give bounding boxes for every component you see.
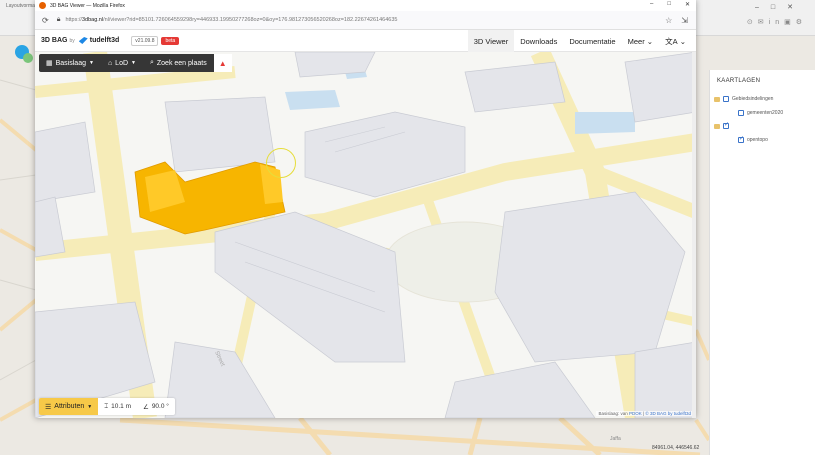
- layers-panel: KAARTLAGEN Gebiedsindelingen gemeenten20…: [709, 70, 815, 455]
- angle-readout: ∠ 90.0 °: [142, 403, 169, 411]
- pdok-link[interactable]: PDOK: [629, 411, 642, 416]
- home-icon: ⌂: [107, 59, 113, 67]
- close-button[interactable]: ✕: [685, 1, 690, 8]
- main-menu: 3D Viewer Downloads Documentatie Meer ⌄ …: [467, 30, 692, 52]
- tudelft3d-logo[interactable]: tudelft3d: [78, 37, 119, 44]
- bottom-toolbar: ☰ Attributen ▼ ⌶ 10.1 m ∠ 90.0 °: [39, 398, 175, 415]
- height-icon: ⌶: [104, 402, 109, 410]
- layer-label: Gebiedsindelingen: [732, 96, 774, 102]
- cursor-highlight: [266, 148, 296, 178]
- 3dbag-link[interactable]: © 3D BAG by tudelft3d: [645, 411, 691, 416]
- app-logo[interactable]: 3D BAG: [41, 37, 67, 44]
- height-readout: ⌶ 10.1 m: [104, 402, 131, 411]
- coordinate-readout: 84961.04, 446546.62: [652, 445, 700, 451]
- scrollbar[interactable]: [692, 52, 696, 418]
- url-bar[interactable]: ⟳ 🔒︎ https://3dbag.nl/nl/viewer?rid=8510…: [35, 11, 696, 30]
- window-titlebar: 3D BAG Viewer — Mozilla Firefox – □ ✕: [35, 0, 696, 11]
- checkbox-checked[interactable]: [723, 123, 729, 129]
- caret-down-icon: ▼: [131, 60, 136, 66]
- layer-opentopo[interactable]: opentopo: [738, 137, 768, 143]
- search-place-button[interactable]: ⌕ Zoek een plaats: [143, 54, 214, 72]
- checkbox[interactable]: [738, 110, 744, 116]
- version-badge: v21.09.8: [131, 35, 159, 46]
- layer-label: opentopo: [747, 137, 768, 143]
- attribution: Basislaag: van PDOK | © 3D BAG by tudelf…: [596, 411, 693, 416]
- menu-documentatie[interactable]: Documentatie: [563, 30, 621, 52]
- map-toolbar: ▦ Basislaag ▼ ⌂ LoD ▼ ⌕ Zoek een plaats ▲: [39, 54, 232, 72]
- language-button[interactable]: 文A ⌄: [659, 30, 692, 52]
- chevron-down-icon: ⌄: [646, 36, 654, 46]
- reload-icon[interactable]: ⟳: [42, 16, 49, 25]
- 3d-city-scene[interactable]: Street: [35, 52, 696, 418]
- bird-icon: [78, 37, 88, 44]
- minimize-button[interactable]: –: [650, 1, 653, 8]
- background-window-buttons: –□✕: [755, 4, 805, 11]
- lock-icon[interactable]: 🔒︎: [57, 16, 61, 24]
- list-icon: ☰: [45, 403, 52, 411]
- folder-icon: [714, 96, 720, 102]
- app-header: 3D BAG by tudelft3d v21.09.8 beta 3D Vie…: [35, 30, 696, 52]
- logo-by: by: [69, 37, 75, 44]
- checkbox-checked[interactable]: [738, 137, 744, 143]
- url-text[interactable]: https://3dbag.nl/nl/viewer?rid=85101.726…: [65, 17, 397, 23]
- maximize-button[interactable]: □: [667, 1, 671, 8]
- menu-meer[interactable]: Meer ⌄: [622, 30, 659, 52]
- menu-downloads[interactable]: Downloads: [514, 30, 563, 52]
- lod-button[interactable]: ⌂ LoD ▼: [101, 54, 143, 72]
- search-icon: ⌕: [149, 59, 154, 66]
- layer-group-gebiedsindelingen[interactable]: Gebiedsindelingen: [714, 96, 773, 102]
- map-icon: ▦: [46, 60, 53, 67]
- alert-icon[interactable]: ▲: [213, 54, 232, 72]
- chevron-down-icon: ⌄: [679, 36, 686, 46]
- layer-label: gemeenten2020: [747, 110, 784, 116]
- beta-badge: beta: [161, 36, 180, 45]
- layer-gemeenten2020[interactable]: gemeenten2020: [738, 110, 783, 116]
- caret-down-icon: ▼: [88, 60, 94, 66]
- background-toolbar-icons: ⊙✉in▣⚙: [746, 19, 807, 26]
- layers-panel-title: KAARTLAGEN: [717, 78, 761, 84]
- map-place-label: Jaffa: [610, 436, 621, 442]
- window-title: 3D BAG Viewer — Mozilla Firefox: [50, 2, 125, 9]
- checkbox[interactable]: [723, 96, 729, 102]
- menu-3d-viewer[interactable]: 3D Viewer: [467, 30, 515, 52]
- firefox-window: 3D BAG Viewer — Mozilla Firefox – □ ✕ ⟳ …: [35, 0, 696, 418]
- layer-group-basemaps[interactable]: [714, 123, 729, 129]
- firefox-icon: [39, 2, 46, 9]
- bookmark-star-icon[interactable]: ☆: [665, 16, 672, 25]
- caret-down-icon: ▼: [87, 403, 93, 410]
- attributen-button[interactable]: ☰ Attributen ▼: [39, 398, 99, 415]
- angle-icon: ∠: [142, 403, 149, 411]
- 3d-map-viewport[interactable]: Street ▦ Basislaag ▼ ⌂ LoD ▼ ⌕ Zoek een plaat…: [35, 52, 696, 418]
- translate-icon: 文A: [665, 36, 678, 46]
- extension-icon[interactable]: ⇲: [681, 16, 688, 25]
- folder-icon: [714, 123, 720, 129]
- basislaag-button[interactable]: ▦ Basislaag ▼: [39, 54, 101, 72]
